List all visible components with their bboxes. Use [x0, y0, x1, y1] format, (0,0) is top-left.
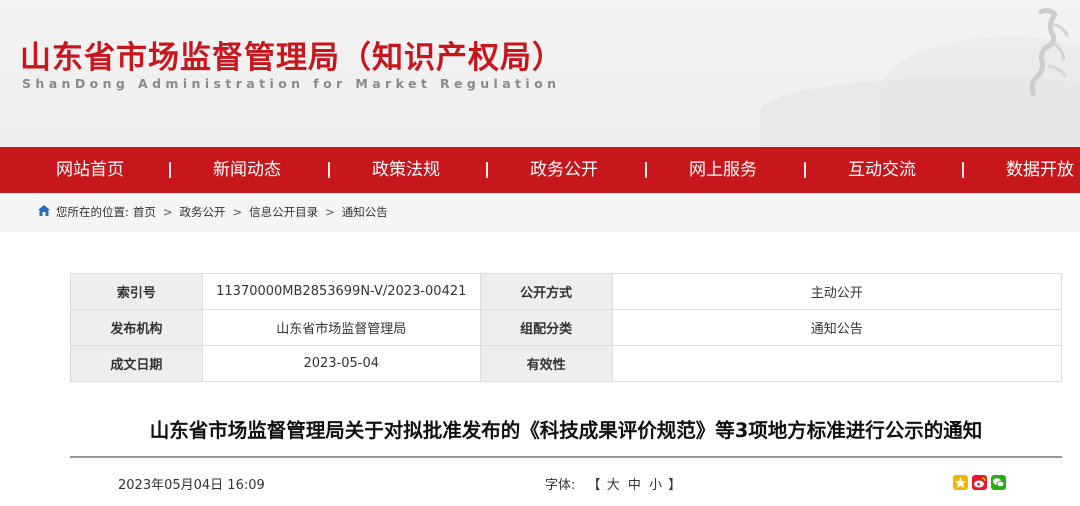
meta-key-index: 索引号	[70, 273, 203, 310]
meta-key-disclosure: 公开方式	[479, 273, 613, 310]
nav-separator	[328, 162, 330, 178]
meta-value-index: 11370000MB2853699N-V/2023-00421	[201, 273, 481, 310]
nav-item-gov-affairs[interactable]: 政务公开	[530, 147, 598, 193]
site-title[interactable]: 山东省市场监督管理局（知识产权局）	[20, 32, 564, 77]
font-size-bracket-close: 】	[668, 478, 682, 493]
font-size-bracket-open: 【	[587, 478, 601, 493]
nav-separator	[962, 162, 964, 178]
font-size-large-button[interactable]: 大	[607, 478, 620, 493]
breadcrumb-item-catalog[interactable]: 信息公开目录	[249, 193, 318, 232]
breadcrumb: 您所在的位置: 首页 > 政务公开 > 信息公开目录 > 通知公告	[38, 193, 388, 232]
font-size-medium-button[interactable]: 中	[628, 478, 641, 493]
article-title: 山东省市场监督管理局关于对拟批准发布的《科技成果评价规范》等3项地方标准进行公示…	[149, 419, 983, 442]
breadcrumb-item-gov-affairs[interactable]: 政务公开	[180, 193, 226, 232]
meta-value-publisher: 山东省市场监督管理局	[201, 309, 481, 346]
title-divider	[70, 456, 1062, 458]
site-header: 山东省市场监督管理局（知识产权局） ShanDong Administratio…	[0, 0, 1080, 147]
meta-value-date: 2023-05-04	[201, 345, 481, 382]
qzone-share-icon[interactable]	[953, 475, 968, 490]
breadcrumb-prefix: 您所在的位置:	[56, 205, 129, 219]
meta-row: 发布机构 山东省市场监督管理局 组配分类 通知公告	[70, 309, 1063, 346]
wechat-share-icon[interactable]	[991, 475, 1006, 490]
nav-separator	[645, 162, 647, 178]
font-size-small-button[interactable]: 小	[649, 478, 662, 493]
meta-key-date: 成文日期	[70, 345, 203, 382]
nav-separator	[486, 162, 488, 178]
document-meta-table: 索引号 11370000MB2853699N-V/2023-00421 公开方式…	[70, 273, 1063, 382]
weibo-share-icon[interactable]	[972, 475, 987, 490]
nav-item-interaction[interactable]: 互动交流	[848, 147, 916, 193]
breadcrumb-arrow: >	[162, 205, 173, 219]
meta-key-validity: 有效性	[479, 345, 613, 382]
font-size-label: 字体:	[545, 478, 576, 493]
site-subtitle: ShanDong Administration for Market Regul…	[22, 76, 561, 91]
breadcrumb-item-notices[interactable]: 通知公告	[342, 193, 388, 232]
meta-row: 索引号 11370000MB2853699N-V/2023-00421 公开方式…	[70, 273, 1063, 310]
meta-value-disclosure: 主动公开	[611, 273, 1063, 310]
breadcrumb-bar: 您所在的位置: 首页 > 政务公开 > 信息公开目录 > 通知公告	[0, 193, 1080, 232]
home-icon	[38, 193, 50, 232]
publish-datetime: 2023年05月04日 16:09	[118, 478, 265, 493]
nav-item-home[interactable]: 网站首页	[56, 147, 124, 193]
nav-item-policy[interactable]: 政策法规	[372, 147, 440, 193]
main-nav: 网站首页 新闻动态 政策法规 政务公开 网上服务 互动交流 数据开放	[0, 147, 1080, 193]
meta-row: 成文日期 2023-05-04 有效性	[70, 345, 1063, 382]
font-size-control: 字体: 【 大 中 小 】	[545, 474, 681, 493]
nav-item-news[interactable]: 新闻动态	[213, 147, 281, 193]
breadcrumb-item-home[interactable]: 首页	[133, 193, 156, 232]
meta-value-category: 通知公告	[611, 309, 1063, 346]
meta-value-validity	[611, 345, 1063, 382]
meta-key-publisher: 发布机构	[70, 309, 203, 346]
nav-separator	[169, 162, 171, 178]
meta-key-category: 组配分类	[479, 309, 613, 346]
nav-item-open-data[interactable]: 数据开放	[1006, 147, 1074, 193]
share-buttons	[953, 475, 1006, 490]
breadcrumb-arrow: >	[325, 205, 335, 219]
nav-separator	[804, 162, 806, 178]
breadcrumb-arrow: >	[232, 205, 243, 219]
calligraphy-seal-icon	[1005, 2, 1080, 107]
nav-item-online-service[interactable]: 网上服务	[689, 147, 757, 193]
